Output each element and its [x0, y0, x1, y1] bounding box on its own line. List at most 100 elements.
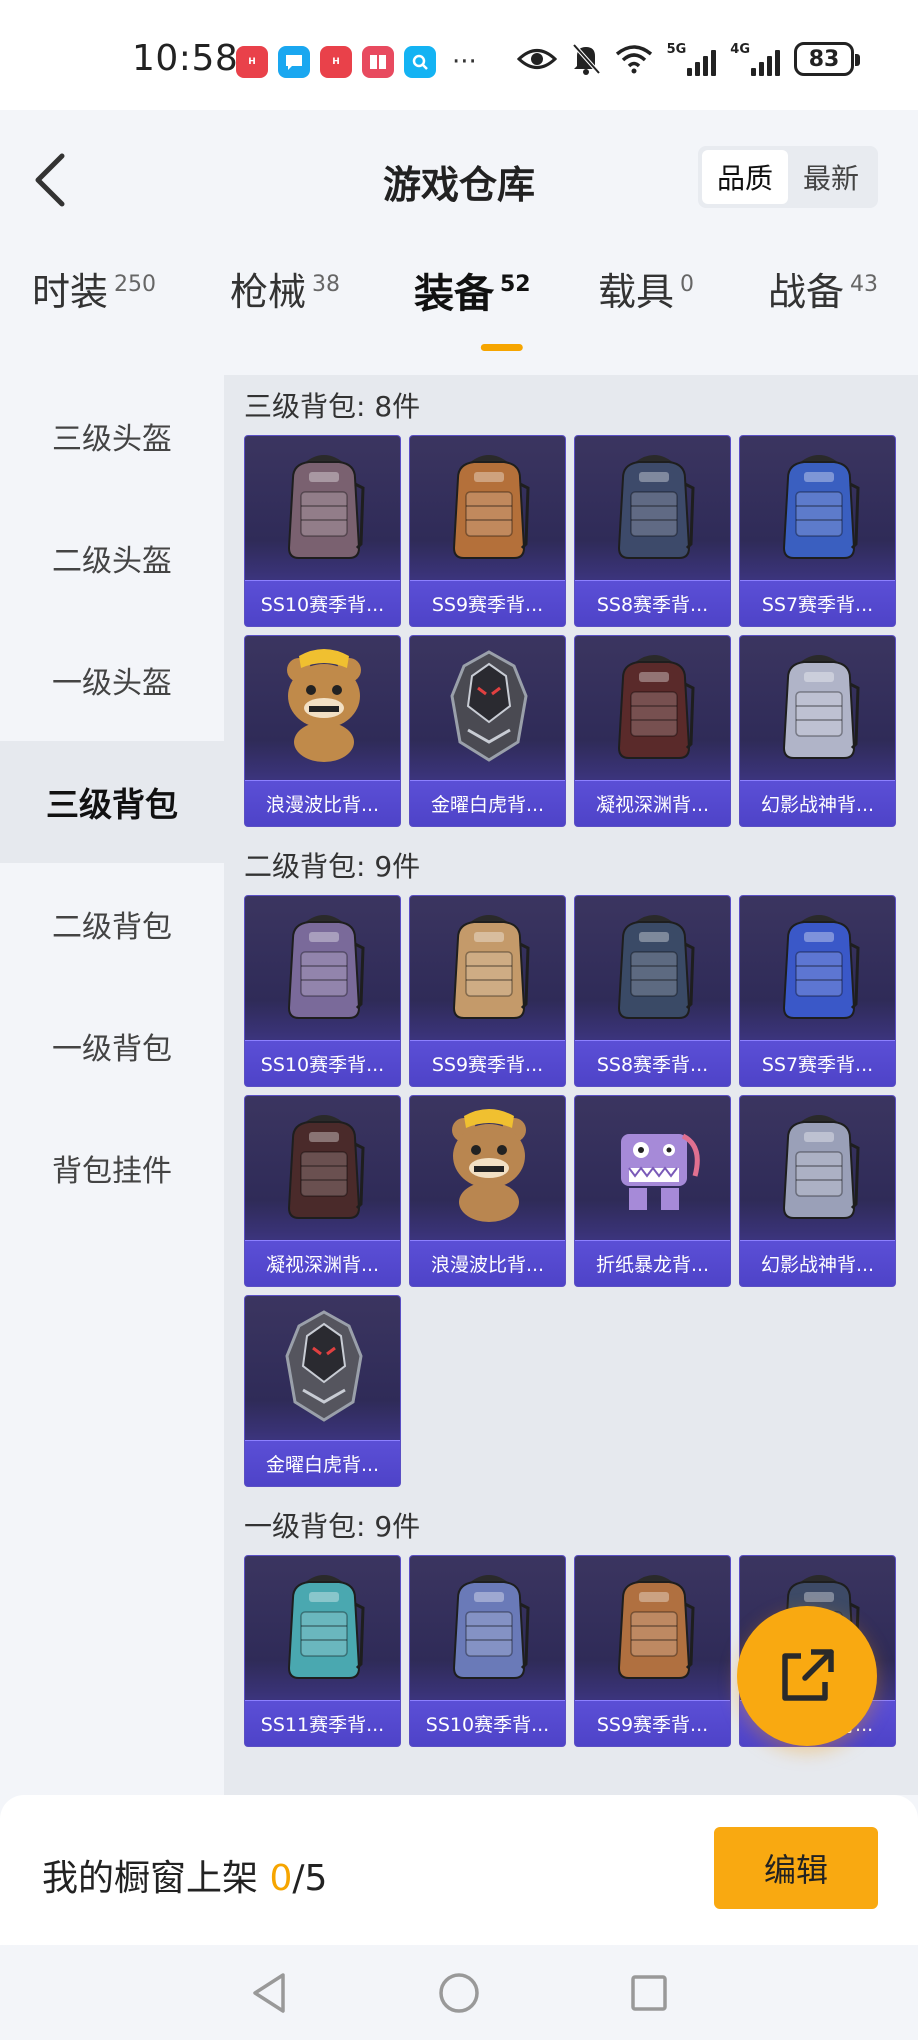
status-bar: 10:58 H H ··· 5G 4G 83 [0, 0, 918, 110]
eye-icon [516, 49, 557, 69]
backpack-icon [575, 1556, 730, 1696]
backpack-icon [740, 436, 895, 576]
item-name: SS11赛季背... [245, 1700, 400, 1746]
backpack-icon [245, 1556, 400, 1696]
wifi-icon [615, 45, 652, 74]
item-card[interactable]: SS10赛季背... [244, 435, 401, 627]
huawei-app-icon: H [236, 46, 268, 78]
item-name: 幻影战神背... [740, 780, 895, 826]
backpack-icon [740, 636, 895, 776]
item-name: 金曜白虎背... [245, 1440, 400, 1486]
circle-home-icon [439, 1972, 479, 2013]
tab-equipment[interactable]: 装备 52 [414, 270, 598, 351]
nav-recents-button[interactable] [619, 1963, 679, 2023]
item-card[interactable]: SS8赛季背... [574, 895, 731, 1087]
item-card[interactable]: 幻影战神背... [739, 1095, 896, 1287]
subcategory-sidebar: 三级头盔 二级头盔 一级头盔 三级背包 二级背包 一级背包 背包挂件 [0, 375, 224, 1795]
backpack-icon [245, 896, 400, 1036]
backpack-icon [740, 896, 895, 1036]
item-card[interactable]: SS7赛季背... [739, 435, 896, 627]
item-name: SS10赛季背... [245, 580, 400, 626]
square-recents-icon [631, 1974, 667, 2011]
item-card[interactable]: 幻影战神背... [739, 635, 896, 827]
sidebar-item-helmet-1[interactable]: 一级头盔 [0, 619, 224, 741]
item-card[interactable]: 浪漫波比背... [244, 635, 401, 827]
item-name: SS7赛季背... [740, 580, 895, 626]
mute-bell-icon [572, 43, 601, 75]
item-card[interactable]: SS8赛季背... [574, 435, 731, 627]
item-name: 凝视深渊背... [245, 1240, 400, 1286]
sidebar-item-backpack-1[interactable]: 一级背包 [0, 985, 224, 1107]
triangle-back-icon [253, 1972, 285, 2013]
item-card[interactable]: SS9赛季背... [409, 895, 566, 1087]
sidebar-item-backpack-2[interactable]: 二级背包 [0, 863, 224, 985]
message-app-icon [278, 46, 310, 78]
showcase-current-count: 0 [269, 1858, 293, 1899]
item-card[interactable]: 凝视深渊背... [574, 635, 731, 827]
item-name: 浪漫波比背... [410, 1240, 565, 1286]
category-tabs: 时装 250 枪械 38 装备 52 载具 0 战备 43 [0, 270, 918, 370]
sidebar-item-backpack-3[interactable]: 三级背包 [0, 741, 224, 863]
sidebar-item-helmet-2[interactable]: 二级头盔 [0, 497, 224, 619]
item-name: SS7赛季背... [740, 1040, 895, 1086]
header: 游戏仓库 品质 最新 [0, 110, 918, 250]
item-name: 金曜白虎背... [410, 780, 565, 826]
dino-backpack-icon [575, 1096, 730, 1236]
item-name: SS10赛季背... [245, 1040, 400, 1086]
system-nav-bar [0, 1945, 918, 2040]
item-card[interactable]: 凝视深渊背... [244, 1095, 401, 1287]
item-name: SS9赛季背... [410, 1040, 565, 1086]
huawei-app-icon-2: H [320, 46, 352, 78]
bear-backpack-icon [410, 1096, 565, 1236]
signal-4g-icon: 4G [730, 42, 780, 76]
signal-5g-icon: 5G [667, 42, 717, 76]
sidebar-item-helmet-3[interactable]: 三级头盔 [0, 375, 224, 497]
item-card[interactable]: 折纸暴龙背... [574, 1095, 731, 1287]
section-title: 二级背包: 9件 [244, 850, 421, 883]
item-name: SS8赛季背... [575, 580, 730, 626]
sort-by-newest[interactable]: 最新 [788, 150, 874, 204]
backpack-icon [410, 1556, 565, 1696]
tab-supplies[interactable]: 战备 43 [768, 270, 878, 316]
notification-icons: H H ··· [236, 46, 477, 78]
item-card[interactable]: SS9赛季背... [409, 435, 566, 627]
tab-weapons[interactable]: 枪械 38 [230, 270, 414, 316]
backpack-icon [410, 436, 565, 576]
item-name: 幻影战神背... [740, 1240, 895, 1286]
item-card[interactable]: 浪漫波比背... [409, 1095, 566, 1287]
item-list[interactable]: 三级背包: 8件 SS10赛季背... SS9赛季背... SS8赛季背... SS7赛… [224, 375, 918, 1795]
item-card[interactable]: 金曜白虎背... [244, 1295, 401, 1487]
section-title: 三级背包: 8件 [244, 390, 421, 423]
item-grid: SS10赛季背... SS9赛季背... SS8赛季背... SS7赛季背... 浪漫波… [244, 435, 918, 827]
edit-button[interactable]: 编辑 [714, 1827, 878, 1909]
item-card[interactable]: SS7赛季背... [739, 895, 896, 1087]
item-name: 折纸暴龙背... [575, 1240, 730, 1286]
item-name: 凝视深渊背... [575, 780, 730, 826]
section-title: 一级背包: 9件 [244, 1510, 421, 1543]
item-card[interactable]: SS11赛季背... [244, 1555, 401, 1747]
sort-by-quality[interactable]: 品质 [702, 150, 788, 204]
backpack-icon [575, 896, 730, 1036]
share-icon [782, 1649, 834, 1701]
item-card[interactable]: 金曜白虎背... [409, 635, 566, 827]
backpack-icon [410, 896, 565, 1036]
nav-home-button[interactable] [429, 1963, 489, 2023]
showcase-total-count: /5 [292, 1858, 328, 1899]
nav-back-button[interactable] [239, 1963, 299, 2023]
tab-vehicles[interactable]: 载具 0 [598, 270, 768, 316]
backpack-icon [575, 436, 730, 576]
search-app-icon [404, 46, 436, 78]
sidebar-item-backpack-charm[interactable]: 背包挂件 [0, 1107, 224, 1229]
tab-fashion[interactable]: 时装 250 [32, 270, 230, 316]
backpack-icon [740, 1096, 895, 1236]
system-icons: 5G 4G 83 [516, 42, 860, 76]
item-card[interactable]: SS9赛季背... [574, 1555, 731, 1747]
armor-backpack-icon [245, 1296, 400, 1436]
item-grid: SS10赛季背... SS9赛季背... SS8赛季背... SS7赛季背... 凝视深… [244, 895, 918, 1487]
item-card[interactable]: SS10赛季背... [409, 1555, 566, 1747]
showcase-bar: 我的橱窗上架 0/5 编辑 [0, 1795, 918, 1945]
item-name: SS9赛季背... [575, 1700, 730, 1746]
share-button[interactable] [737, 1606, 877, 1746]
reader-app-icon [362, 46, 394, 78]
item-card[interactable]: SS10赛季背... [244, 895, 401, 1087]
